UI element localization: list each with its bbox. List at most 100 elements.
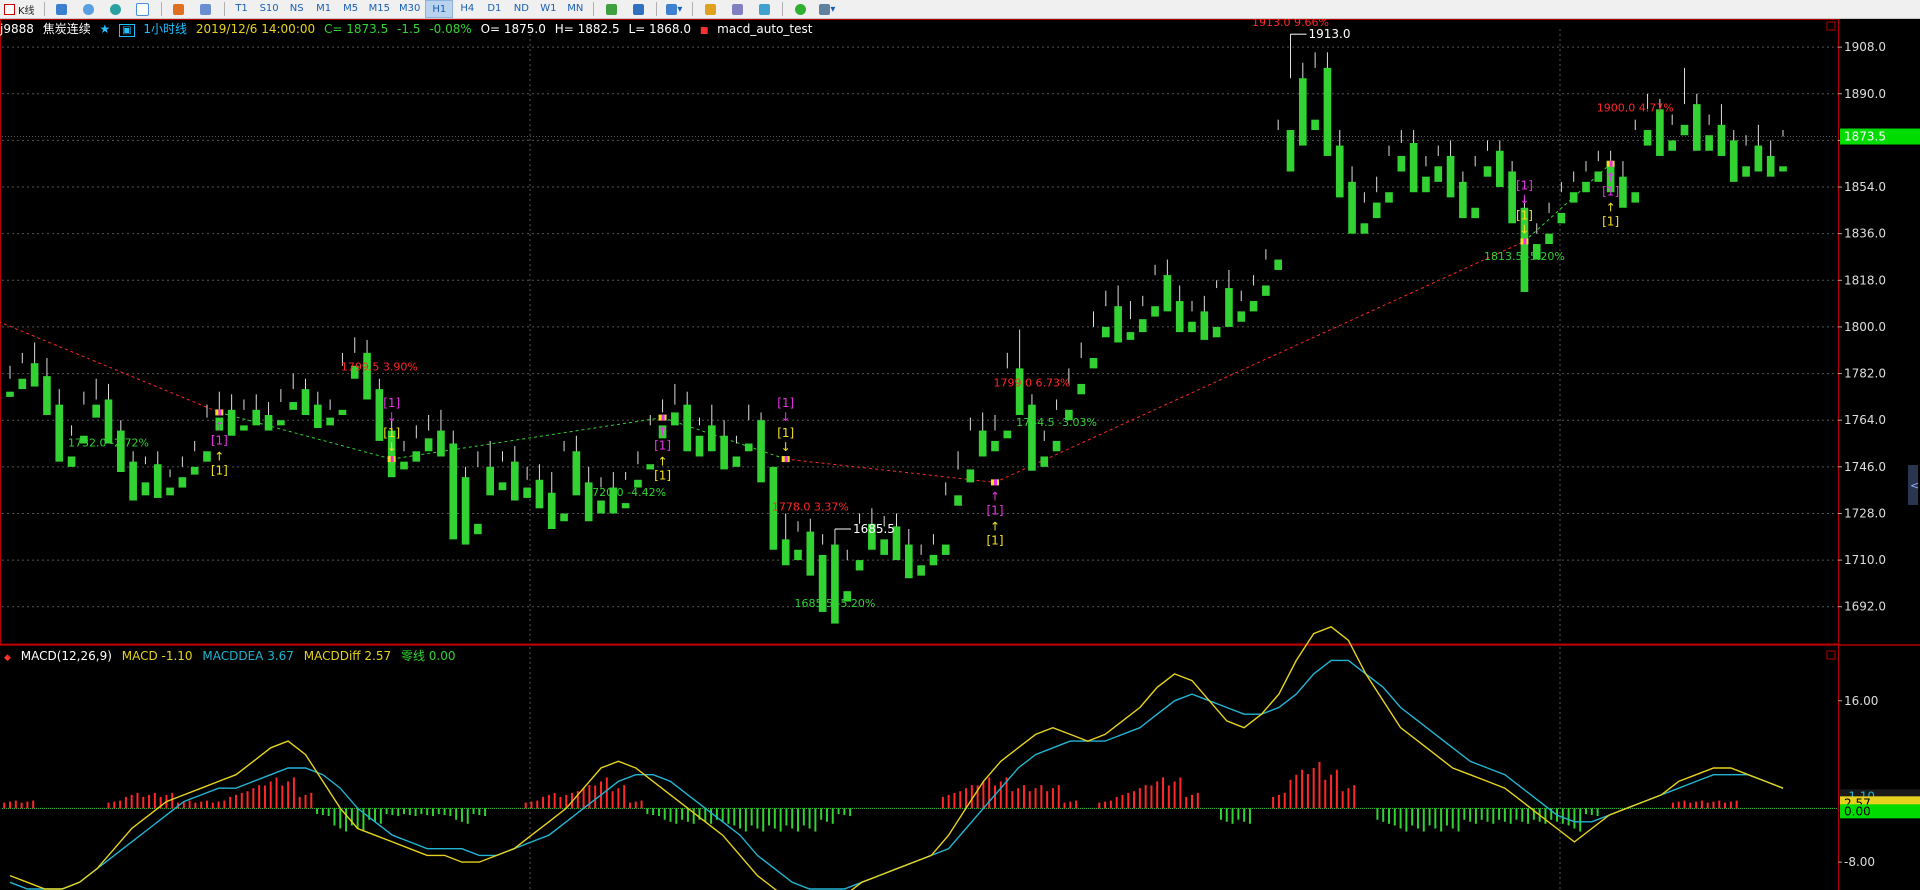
candle-body[interactable] xyxy=(313,404,322,428)
candle-body[interactable] xyxy=(461,477,470,545)
note-icon[interactable] xyxy=(697,1,723,17)
candle-body[interactable] xyxy=(560,513,568,522)
strategy-icon[interactable]: ■ xyxy=(700,26,709,36)
candle-body[interactable] xyxy=(1619,176,1627,208)
candle-body[interactable] xyxy=(301,389,310,416)
link-icon[interactable]: ▾ xyxy=(814,1,840,17)
bar-chart-icon[interactable] xyxy=(166,1,192,17)
candle-body[interactable] xyxy=(1692,104,1701,151)
candle-body[interactable] xyxy=(412,451,421,462)
cloud-icon[interactable] xyxy=(76,1,102,17)
candle-body[interactable] xyxy=(1631,192,1640,203)
candle-body[interactable] xyxy=(1582,181,1590,193)
candle-body[interactable] xyxy=(1101,326,1110,338)
period-button-ns[interactable]: NS xyxy=(284,0,310,16)
maximize-main-icon[interactable] xyxy=(1826,21,1836,31)
candle-body[interactable] xyxy=(794,549,802,561)
candle-body[interactable] xyxy=(1212,326,1221,338)
candle-body[interactable] xyxy=(806,531,815,576)
candle-body[interactable] xyxy=(1459,181,1467,219)
candle-body[interactable] xyxy=(1089,358,1098,369)
candle-body[interactable] xyxy=(855,560,864,571)
candle-body[interactable] xyxy=(1126,332,1135,340)
candle-body[interactable] xyxy=(732,456,741,467)
candle-body[interactable] xyxy=(498,482,507,491)
candle-body[interactable] xyxy=(1323,67,1332,156)
globe-icon[interactable] xyxy=(103,1,129,17)
candle-body[interactable] xyxy=(1643,130,1652,146)
candle-body[interactable] xyxy=(1471,207,1480,219)
period-button-nd[interactable]: ND xyxy=(508,0,534,16)
candle-body[interactable] xyxy=(67,456,76,467)
candle-body[interactable] xyxy=(695,435,704,457)
add-indicator-icon[interactable] xyxy=(598,1,624,17)
candle-body[interactable] xyxy=(1594,171,1603,182)
candle-body[interactable] xyxy=(1274,259,1283,270)
period-button-w1[interactable]: W1 xyxy=(535,0,561,16)
candle-body[interactable] xyxy=(1779,166,1787,172)
chart-icon[interactable] xyxy=(130,1,156,17)
candle-body[interactable] xyxy=(1077,383,1086,395)
candle-body[interactable] xyxy=(338,409,347,416)
candle-body[interactable] xyxy=(1409,142,1418,193)
candle-body[interactable] xyxy=(954,495,962,506)
candle-body[interactable] xyxy=(252,409,261,426)
candle-body[interactable] xyxy=(1483,166,1492,177)
favorite-star-icon[interactable]: ★ xyxy=(100,22,111,36)
period-button-m30[interactable]: M30 xyxy=(395,0,424,16)
candle-body[interactable] xyxy=(1360,223,1369,234)
candle-body[interactable] xyxy=(1434,166,1443,182)
period-button-h1[interactable]: H1 xyxy=(425,0,454,18)
candle-body[interactable] xyxy=(1003,430,1012,439)
candle-body[interactable] xyxy=(547,492,556,530)
period-button-s10[interactable]: S10 xyxy=(256,0,283,16)
candle-body[interactable] xyxy=(400,461,408,470)
candle-body[interactable] xyxy=(1705,135,1713,151)
home-icon[interactable] xyxy=(49,1,75,17)
candle-body[interactable] xyxy=(572,451,581,496)
candle-body[interactable] xyxy=(289,402,298,410)
candle-body[interactable] xyxy=(831,544,839,624)
candle-body[interactable] xyxy=(166,487,174,496)
candle-body[interactable] xyxy=(30,363,39,387)
candle-body[interactable] xyxy=(1114,306,1122,343)
candle-body[interactable] xyxy=(1372,202,1381,219)
candle-body[interactable] xyxy=(1766,155,1775,177)
shield-icon[interactable] xyxy=(751,1,777,17)
candle-body[interactable] xyxy=(1569,192,1578,203)
candle-body[interactable] xyxy=(1742,166,1750,177)
candle-body[interactable] xyxy=(178,477,187,488)
candle-body[interactable] xyxy=(1237,311,1246,322)
candle-body[interactable] xyxy=(92,404,101,418)
candle-body[interactable] xyxy=(683,404,692,452)
period-button-m15[interactable]: M15 xyxy=(365,0,394,16)
candle-body[interactable] xyxy=(1052,440,1061,452)
drawing-tools-icon[interactable]: ▾ xyxy=(661,1,687,17)
candle-body[interactable] xyxy=(510,461,519,501)
candle-body[interactable] xyxy=(1249,301,1258,312)
candle-body[interactable] xyxy=(129,461,137,501)
candle-body[interactable] xyxy=(1028,404,1036,471)
candle-body[interactable] xyxy=(1348,181,1356,234)
candle-body[interactable] xyxy=(535,479,544,509)
candle-body[interactable] xyxy=(991,440,999,452)
candle-body[interactable] xyxy=(190,466,199,475)
candle-body[interactable] xyxy=(1508,171,1516,224)
layout-icon[interactable] xyxy=(193,1,219,17)
candle-body[interactable] xyxy=(1446,155,1455,198)
candle-body[interactable] xyxy=(966,469,975,483)
candle-body[interactable] xyxy=(240,425,248,431)
candle-body[interactable] xyxy=(621,503,630,509)
candle-body[interactable] xyxy=(1286,130,1295,172)
candle-body[interactable] xyxy=(375,389,384,441)
candle-body[interactable] xyxy=(929,554,938,566)
candle-body[interactable] xyxy=(1545,233,1553,245)
candle-body[interactable] xyxy=(757,420,765,483)
candle-body[interactable] xyxy=(646,464,655,470)
candle-body[interactable] xyxy=(597,500,605,514)
candle-body[interactable] xyxy=(1040,456,1049,467)
candle-body[interactable] xyxy=(941,544,950,555)
document-icon[interactable] xyxy=(724,1,750,17)
candle-body[interactable] xyxy=(424,438,433,452)
candle-body[interactable] xyxy=(523,487,531,498)
